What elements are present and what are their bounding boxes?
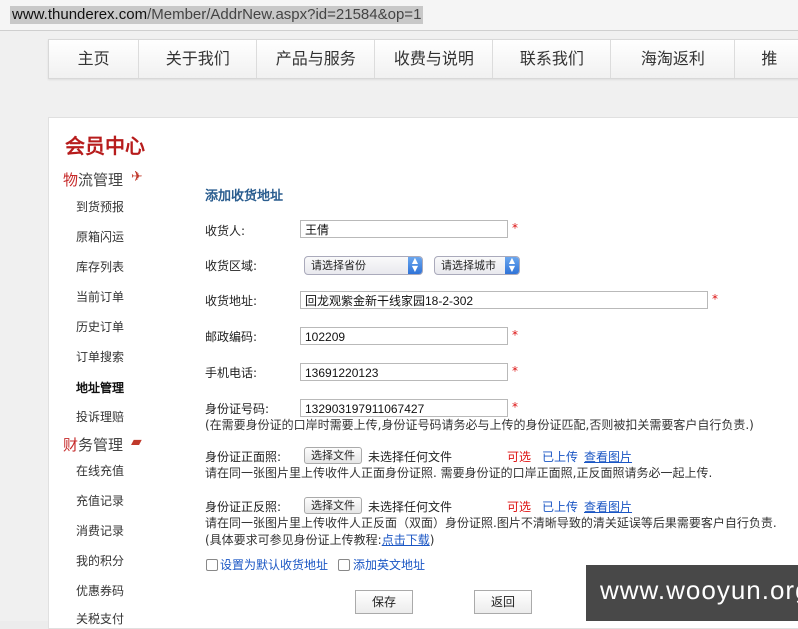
- url-text[interactable]: www.thunderex.com/Member/AddrNew.aspx?id…: [10, 6, 424, 24]
- nav-about[interactable]: 关于我们: [139, 40, 258, 78]
- id-front-optional: 可选: [507, 450, 532, 464]
- watermark: www.wooyun.org: [586, 565, 798, 621]
- sidebar-item-inventory[interactable]: 库存列表: [76, 258, 124, 275]
- default-address-label[interactable]: 设置为默认收货地址: [220, 556, 328, 573]
- idnumber-label: 身份证号码:: [205, 402, 270, 416]
- select-arrow-icon: ▲ ▼: [505, 257, 519, 274]
- id-back-uploaded: 已上传: [542, 500, 579, 514]
- member-center-title: 会员中心: [65, 134, 145, 158]
- logistics-heading: 物流管理: [63, 171, 124, 189]
- default-address-checkbox[interactable]: [206, 559, 218, 571]
- url-host: www.thunderex.com: [12, 6, 148, 23]
- receiver-input[interactable]: 王倩: [300, 220, 508, 238]
- id-back-note: 请在同一张图片里上传收件人正反面（双面）身份证照.图片不清晰导致的清关延误等后果…: [205, 516, 777, 530]
- id-front-file-status: 未选择任何文件: [368, 450, 453, 464]
- city-select[interactable]: 请选择城市 ▲ ▼: [434, 256, 520, 275]
- sidebar-item-order-search[interactable]: 订单搜索: [76, 348, 124, 365]
- sidebar-item-coupons[interactable]: 优惠券码: [76, 582, 124, 599]
- required-mark: *: [512, 364, 518, 378]
- browser-url-bar[interactable]: www.thunderex.com/Member/AddrNew.aspx?id…: [0, 0, 798, 31]
- finance-heading: 财务管理: [63, 436, 124, 454]
- top-nav: 主页 关于我们 产品与服务 收费与说明 联系我们 海淘返利 推: [48, 39, 798, 79]
- id-back-choose-file-button[interactable]: 选择文件: [304, 497, 362, 514]
- nav-products[interactable]: 产品与服务: [257, 40, 376, 78]
- sidebar-item-recharge-records[interactable]: 充值记录: [76, 492, 124, 509]
- required-mark: *: [512, 221, 518, 235]
- sidebar-item-spending-records[interactable]: 消费记录: [76, 522, 124, 539]
- address-input[interactable]: 回龙观紫金新干线家园18-2-302: [300, 291, 708, 309]
- idnumber-note: (在需要身份证的口岸时需要上传,身份证号码请务必与上传的身份证匹配,否则被扣关需…: [205, 418, 754, 432]
- select-arrow-icon: ▲ ▼: [408, 257, 422, 274]
- nav-rebate[interactable]: 海淘返利: [611, 40, 736, 78]
- address-label: 收货地址:: [205, 294, 258, 308]
- id-front-label: 身份证正面照:: [205, 450, 282, 464]
- back-button[interactable]: 返回: [474, 590, 532, 614]
- sidebar-item-arrival-forecast[interactable]: 到货预报: [76, 198, 124, 215]
- sidebar-item-address-management[interactable]: 地址管理: [76, 379, 124, 396]
- plane-icon: ✈: [131, 169, 143, 185]
- receiver-label: 收货人:: [205, 224, 246, 238]
- nav-more[interactable]: 推: [735, 40, 798, 78]
- sidebar-item-points[interactable]: 我的积分: [76, 552, 124, 569]
- form-title: 添加收货地址: [205, 189, 284, 204]
- id-front-view-image-link[interactable]: 查看图片: [584, 448, 632, 465]
- nav-home[interactable]: 主页: [49, 40, 140, 78]
- postcode-label: 邮政编码:: [205, 330, 258, 344]
- id-back-label: 身份证正反照:: [205, 500, 282, 514]
- url-path: /Member/AddrNew.aspx?id=21584&op=1: [147, 6, 422, 23]
- member-panel: 会员中心 物流管理 ✈ 到货预报 原箱闪运 库存列表 当前订单 历史订单 订单搜…: [48, 117, 798, 629]
- id-back-tutorial-note: (具体要求可参见身份证上传教程:点击下载): [205, 533, 435, 547]
- download-tutorial-link[interactable]: 点击下载: [382, 533, 430, 547]
- card-icon: ▰: [131, 434, 142, 450]
- nav-pricing[interactable]: 收费与说明: [375, 40, 494, 78]
- province-select[interactable]: 请选择省份 ▲ ▼: [304, 256, 423, 275]
- id-front-note: 请在同一张图片里上传收件人正面身份证照. 需要身份证的口岸正面照,正反面照请务必…: [205, 466, 713, 480]
- sidebar-item-box-shipping[interactable]: 原箱闪运: [76, 228, 124, 245]
- postcode-input[interactable]: 102209: [300, 327, 508, 345]
- id-front-uploaded: 已上传: [542, 450, 579, 464]
- required-mark: *: [512, 400, 518, 414]
- sidebar-item-order-history[interactable]: 历史订单: [76, 318, 124, 335]
- id-front-choose-file-button[interactable]: 选择文件: [304, 447, 362, 464]
- nav-contact[interactable]: 联系我们: [493, 40, 612, 78]
- required-mark: *: [712, 292, 718, 306]
- id-back-optional: 可选: [507, 500, 532, 514]
- mobile-label: 手机电话:: [205, 366, 258, 380]
- idnumber-input[interactable]: 132903197911067427: [300, 399, 508, 417]
- id-back-view-image-link[interactable]: 查看图片: [584, 498, 632, 515]
- english-address-checkbox[interactable]: [338, 559, 350, 571]
- sidebar-item-tariff-payment[interactable]: 关税支付: [76, 610, 124, 627]
- id-back-file-status: 未选择任何文件: [368, 500, 453, 514]
- mobile-input[interactable]: 13691220123: [300, 363, 508, 381]
- english-address-label[interactable]: 添加英文地址: [353, 556, 425, 573]
- page: 主页 关于我们 产品与服务 收费与说明 联系我们 海淘返利 推 会员中心 物流管…: [0, 31, 798, 629]
- sidebar-item-complaints[interactable]: 投诉理赔: [76, 408, 124, 425]
- required-mark: *: [512, 328, 518, 342]
- sidebar-item-current-orders[interactable]: 当前订单: [76, 288, 124, 305]
- save-button[interactable]: 保存: [355, 590, 413, 614]
- sidebar-item-recharge[interactable]: 在线充值: [76, 462, 124, 479]
- region-label: 收货区域:: [205, 259, 258, 273]
